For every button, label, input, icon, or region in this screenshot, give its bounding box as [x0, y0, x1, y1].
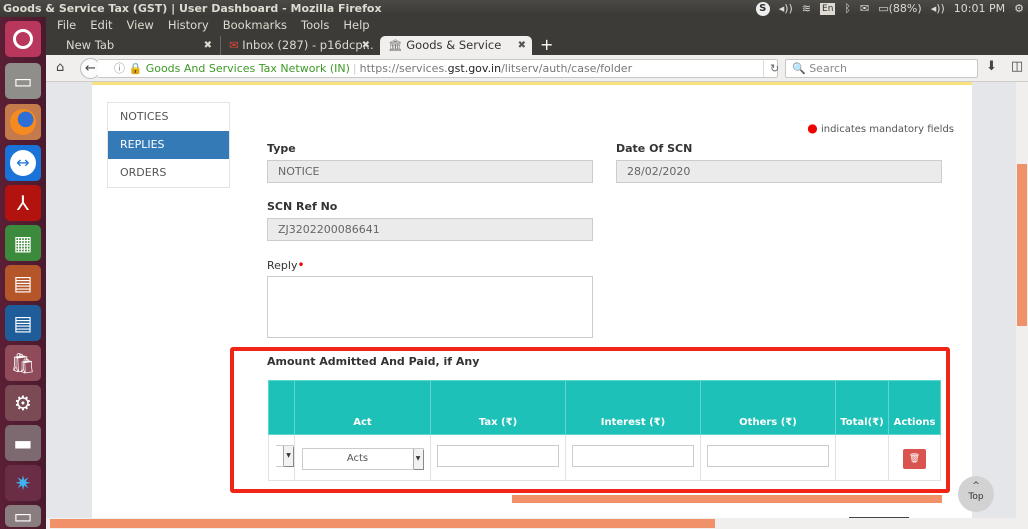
subnav-orders[interactable]: ORDERS: [108, 159, 229, 187]
subnav-replies[interactable]: REPLIES: [108, 131, 229, 159]
search-placeholder: Search: [809, 62, 847, 75]
tab-bar: New Tab ✖ ✉ Inbox (287) - p16dcp... ✖ 🏛 …: [46, 34, 1028, 71]
url-prefix: https://services.: [359, 62, 448, 75]
chevron-up-icon: ^: [972, 481, 980, 491]
trash-icon[interactable]: ▭: [5, 504, 41, 528]
settings-icon[interactable]: ⚙: [5, 385, 41, 421]
url-host: gst.gov.in: [447, 62, 502, 75]
window-title-bar: Goods & Service Tax (GST) | User Dashboa…: [0, 0, 1028, 17]
horizontal-scrollbar-thumb[interactable]: [50, 519, 715, 528]
wifi-icon[interactable]: ≋: [802, 0, 811, 17]
vertical-scrollbar-thumb[interactable]: [1017, 164, 1027, 326]
emblem-icon: 🏛: [388, 38, 403, 52]
back-to-top-button[interactable]: ^ Top: [958, 476, 994, 512]
site-identity[interactable]: Goods And Services Tax Network (IN): [146, 62, 350, 75]
sound-icon[interactable]: ◂)): [931, 0, 945, 17]
skype-icon[interactable]: S: [755, 1, 770, 16]
paint-icon[interactable]: ✷: [5, 465, 41, 501]
battery-percent: (88%): [888, 2, 922, 15]
calc-icon[interactable]: ▦: [5, 225, 41, 261]
close-icon[interactable]: ✖: [362, 36, 370, 55]
window-title: Goods & Service Tax (GST) | User Dashboa…: [3, 2, 382, 15]
reply-textarea[interactable]: [267, 276, 593, 338]
info-icon[interactable]: ⓘ: [114, 62, 125, 75]
software-center-icon[interactable]: 🛍: [5, 345, 41, 381]
horizontal-scrollbar[interactable]: [46, 518, 1028, 529]
menu-help[interactable]: Help: [343, 17, 369, 34]
url-bar[interactable]: ⓘ 🔒 Goods And Services Tax Network (IN) |…: [98, 59, 779, 78]
adobe-reader-icon[interactable]: ⅄: [5, 185, 41, 221]
clock[interactable]: 10:01 PM: [954, 0, 1005, 17]
sidebar-icon[interactable]: ◫: [1011, 59, 1023, 74]
search-input[interactable]: 🔍 Search: [785, 59, 978, 78]
gear-icon[interactable]: ⚙: [1014, 0, 1024, 17]
menu-bookmarks[interactable]: Bookmarks: [223, 17, 287, 34]
reply-label: Reply•: [267, 258, 305, 272]
firefox-icon[interactable]: [5, 104, 41, 140]
scn-ref-field: ZJ3202200086641: [267, 218, 593, 241]
system-tray: S ◂)) ≋ En ᛒ ✉ ▭(88%) ◂)) 10:01 PM ⚙: [755, 0, 1024, 17]
tab-label: New Tab: [66, 38, 115, 52]
type-label: Type: [267, 142, 296, 155]
annotation-highlight-box: [230, 347, 950, 493]
orange-bar: [512, 495, 942, 503]
url-path: /litserv/auth/case/folder: [501, 62, 633, 75]
unity-launcher: ▭ ↔ ⅄ ▦ ▤ ▤ 🛍 ⚙ ▬ ✷ ▭: [0, 17, 46, 529]
scn-ref-label: SCN Ref No: [267, 200, 338, 213]
writer-icon[interactable]: ▤: [5, 305, 41, 341]
mandatory-note-text: indicates mandatory fields: [820, 124, 954, 135]
date-of-scn-field: 28/02/2020: [616, 160, 942, 183]
gmail-icon: ✉: [229, 38, 239, 52]
bluetooth-icon[interactable]: ᛒ: [844, 0, 851, 17]
nav-toolbar-icons: ⬇ ◫ ≡: [986, 59, 1028, 74]
battery-indicator[interactable]: ▭(88%): [878, 0, 921, 17]
menu-edit[interactable]: Edit: [90, 17, 112, 34]
keyboard-layout[interactable]: En: [820, 2, 836, 15]
type-field: NOTICE: [267, 160, 593, 183]
teamviewer-icon[interactable]: ↔: [5, 145, 41, 181]
menu-view[interactable]: View: [127, 17, 154, 34]
new-tab-button[interactable]: +: [540, 34, 553, 55]
reload-icon[interactable]: ↻: [763, 60, 779, 77]
navigation-bar: ⌂ ← ⓘ 🔒 Goods And Services Tax Network (…: [46, 55, 1028, 82]
ubuntu-dash-icon[interactable]: [5, 21, 41, 57]
subnav-notices[interactable]: NOTICES: [108, 103, 229, 131]
impress-icon[interactable]: ▤: [5, 265, 41, 301]
speaker-icon[interactable]: ◂)): [779, 0, 793, 17]
date-of-scn-label: Date Of SCN: [616, 142, 693, 155]
reply-label-text: Reply: [267, 259, 298, 272]
reply-form-card: NOTICES REPLIES ORDERS ● indicates manda…: [92, 82, 972, 518]
tab-inbox[interactable]: ✉ Inbox (287) - p16dcp... ✖: [220, 36, 376, 55]
required-dot-icon: ●: [807, 121, 818, 135]
required-dot-icon: •: [297, 258, 305, 272]
tab-gst[interactable]: 🏛 Goods & Service Tax... ✖: [380, 36, 532, 71]
home-icon[interactable]: ⌂: [56, 60, 64, 75]
menu-bar: File Edit View History Bookmarks Tools H…: [46, 17, 1028, 34]
case-folder-nav: NOTICES REPLIES ORDERS: [107, 102, 230, 188]
page-viewport: NOTICES REPLIES ORDERS ● indicates manda…: [46, 82, 1016, 518]
disk-icon[interactable]: ▬: [5, 425, 41, 461]
mail-icon[interactable]: ✉: [860, 0, 869, 17]
close-icon[interactable]: ✖: [204, 36, 212, 55]
tab-label: Inbox (287) - p16dcp...: [242, 38, 374, 52]
files-icon[interactable]: ▭: [5, 63, 41, 99]
close-icon[interactable]: ✖: [518, 36, 526, 55]
vertical-scrollbar[interactable]: [1016, 82, 1028, 518]
mandatory-note: ● indicates mandatory fields: [807, 121, 954, 135]
search-icon: 🔍: [792, 62, 806, 75]
lock-icon: 🔒: [128, 62, 143, 75]
menu-file[interactable]: File: [57, 17, 76, 34]
tab-new-tab[interactable]: New Tab ✖: [58, 36, 218, 55]
top-label: Top: [968, 492, 984, 502]
menu-history[interactable]: History: [168, 17, 209, 34]
menu-tools[interactable]: Tools: [301, 17, 329, 34]
download-icon[interactable]: ⬇: [986, 59, 997, 74]
